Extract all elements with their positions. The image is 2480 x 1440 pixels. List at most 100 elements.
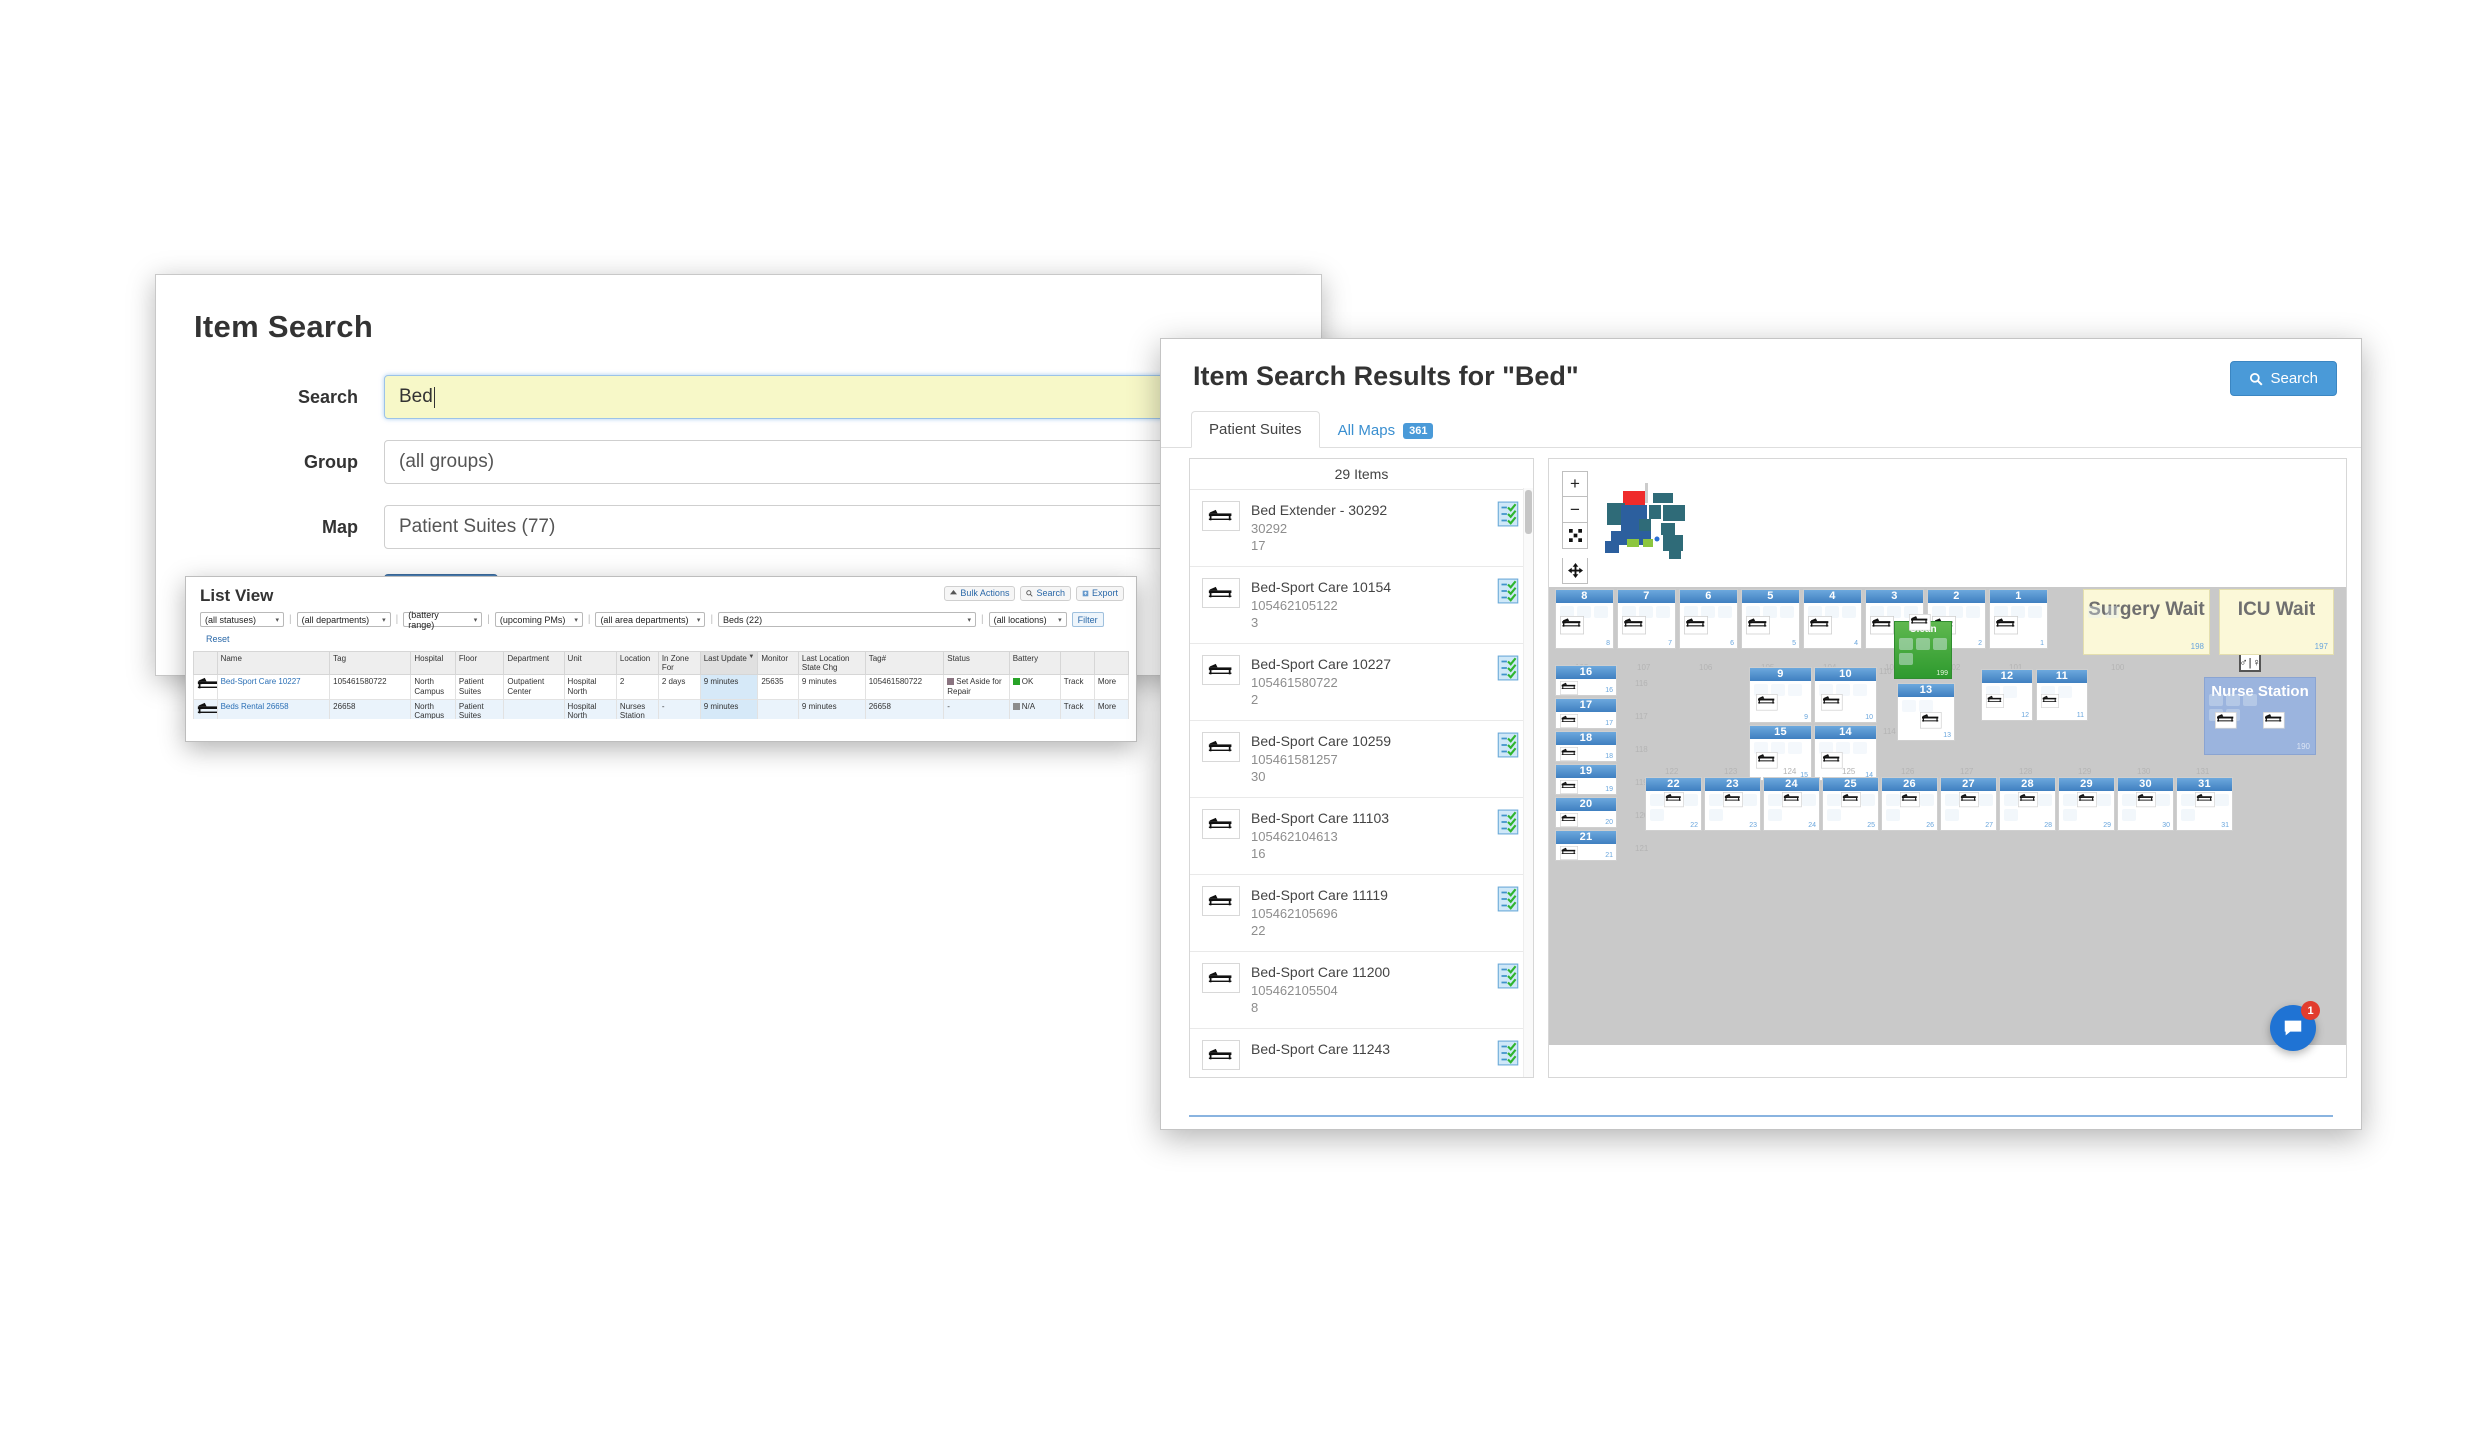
map-room-11[interactable]: 11 11 bbox=[2036, 669, 2088, 721]
map-area-icu-wait[interactable]: ICU Wait 197 bbox=[2219, 589, 2334, 655]
map-room-16[interactable]: 16 16 bbox=[1555, 665, 1617, 696]
column-header-tag[interactable]: Tag bbox=[329, 651, 412, 676]
map-room-1[interactable]: 11 bbox=[1989, 589, 2048, 649]
chat-widget-button[interactable]: 1 bbox=[2270, 1001, 2320, 1051]
map-room-17[interactable]: 17 17 bbox=[1555, 698, 1617, 729]
map-room-28[interactable]: 28 28 bbox=[1999, 777, 2056, 831]
map-room-27[interactable]: 27 27 bbox=[1940, 777, 1997, 831]
filter-apply-button[interactable]: Filter bbox=[1071, 612, 1104, 627]
results-search-button[interactable]: Search bbox=[2230, 361, 2337, 396]
map-room-30[interactable]: 30 30 bbox=[2117, 777, 2174, 831]
column-header-unit[interactable]: Unit bbox=[563, 651, 617, 676]
track-link[interactable]: Track bbox=[1059, 674, 1095, 700]
map-room-26[interactable]: 26 26 bbox=[1881, 777, 1938, 831]
tab-patient-suites[interactable]: Patient Suites bbox=[1191, 411, 1320, 448]
result-checklist-button[interactable] bbox=[1497, 578, 1521, 606]
map-room-clean[interactable]: Clean199 bbox=[1894, 614, 1952, 679]
map-zoom-in-button[interactable]: + bbox=[1562, 471, 1588, 497]
column-header-tag-[interactable]: Tag# bbox=[864, 651, 945, 676]
results-list[interactable]: Bed Extender - 30292 30292 17 Bed-Sport Car… bbox=[1190, 490, 1533, 1075]
result-list-item[interactable]: Bed Extender - 30292 30292 17 bbox=[1190, 490, 1533, 567]
map-room-5[interactable]: 55 bbox=[1741, 589, 1800, 649]
column-header-location[interactable]: Location bbox=[615, 651, 659, 676]
result-list-item[interactable]: Bed-Sport Care 11103 105462104613 16 bbox=[1190, 798, 1533, 875]
table-row[interactable]: Beds Rental 26658 26658 North Campus Patien… bbox=[193, 698, 1130, 719]
column-header-floor[interactable]: Floor bbox=[454, 651, 505, 676]
map-room-19[interactable]: 19 19 bbox=[1555, 764, 1617, 795]
search-input[interactable]: Bed bbox=[384, 375, 1234, 419]
scrollbar-thumb[interactable] bbox=[1525, 490, 1532, 534]
table-row[interactable]: Bed-Sport Care 10227 105461580722 North Ca… bbox=[193, 674, 1130, 700]
map-room-29[interactable]: 29 29 bbox=[2058, 777, 2115, 831]
result-list-item[interactable]: Bed-Sport Care 11243 bbox=[1190, 1029, 1533, 1075]
result-list-item[interactable]: Bed-Sport Care 10227 105461580722 2 bbox=[1190, 644, 1533, 721]
column-header-hospital[interactable]: Hospital bbox=[410, 651, 456, 676]
cell-name[interactable]: Beds Rental 26658 bbox=[216, 698, 331, 719]
group-select[interactable]: (all groups) bbox=[384, 440, 1234, 484]
list-search-button[interactable]: Search bbox=[1020, 586, 1071, 601]
map-room-21[interactable]: 21 21 bbox=[1555, 830, 1617, 861]
map-room-20[interactable]: 20 20 bbox=[1555, 797, 1617, 828]
map-room-9[interactable]: 99 bbox=[1749, 667, 1812, 723]
tab-all-maps[interactable]: All Maps 361 bbox=[1320, 412, 1452, 448]
column-header-name[interactable]: Name bbox=[216, 651, 331, 676]
result-list-item[interactable]: Bed-Sport Care 10154 105462105122 3 bbox=[1190, 567, 1533, 644]
result-checklist-button[interactable] bbox=[1497, 501, 1521, 529]
export-button[interactable]: Export bbox=[1075, 586, 1124, 601]
map-room-22[interactable]: 22 22 bbox=[1645, 777, 1702, 831]
map-fit-button[interactable] bbox=[1562, 523, 1588, 549]
result-checklist-button[interactable] bbox=[1497, 963, 1521, 991]
result-checklist-button[interactable] bbox=[1497, 1040, 1521, 1068]
results-list-scrollbar[interactable] bbox=[1523, 488, 1533, 1077]
filter-upcoming-pms[interactable]: (upcoming PMs) ▾ bbox=[494, 612, 583, 627]
column-header-battery[interactable]: Battery bbox=[1008, 651, 1061, 676]
result-list-item[interactable]: Bed-Sport Care 10259 105461581257 30 bbox=[1190, 721, 1533, 798]
filter-location[interactable]: (all locations) ▾ bbox=[988, 612, 1067, 627]
map-zoom-out-button[interactable]: − bbox=[1562, 497, 1588, 523]
map-room-15[interactable]: 15 15 bbox=[1749, 725, 1812, 781]
filter-area-department[interactable]: (all area departments) ▾ bbox=[595, 612, 706, 627]
result-list-item[interactable]: Bed-Sport Care 11119 105462105696 22 bbox=[1190, 875, 1533, 952]
map-room-7[interactable]: 77 bbox=[1617, 589, 1676, 649]
result-list-item[interactable]: Bed-Sport Care 11200 105462105504 8 bbox=[1190, 952, 1533, 1029]
map-room-6[interactable]: 66 bbox=[1679, 589, 1738, 649]
map-pan-button[interactable] bbox=[1562, 558, 1588, 584]
result-checklist-button[interactable] bbox=[1497, 732, 1521, 760]
map-room-4[interactable]: 44 bbox=[1803, 589, 1862, 649]
floor-plan[interactable]: 8810877107661065510544104331032210211101… bbox=[1549, 587, 2346, 1045]
minimap-thumbnail[interactable] bbox=[1601, 473, 1701, 565]
map-room-13[interactable]: 13 13 bbox=[1897, 683, 1955, 741]
map-room-23[interactable]: 23 23 bbox=[1704, 777, 1761, 831]
track-link[interactable]: Track bbox=[1059, 698, 1095, 719]
map-room-18[interactable]: 18 18 bbox=[1555, 731, 1617, 762]
map-pane[interactable]: + − 8 8 7 7 107 6 6 106 5 5 4 4 3 103 2 … bbox=[1548, 458, 2347, 1078]
column-header-last-update[interactable]: Last Update ▼ bbox=[699, 651, 759, 676]
filter-department[interactable]: (all departments) ▾ bbox=[296, 612, 391, 627]
more-link[interactable]: More bbox=[1093, 698, 1130, 719]
map-room-10[interactable]: 10 10 bbox=[1814, 667, 1877, 723]
map-room-8[interactable]: 88 bbox=[1555, 589, 1614, 649]
map-room-31[interactable]: 31 31 bbox=[2176, 777, 2233, 831]
column-header-in-zone-for[interactable]: In Zone For bbox=[657, 651, 701, 676]
map-select[interactable]: Patient Suites (77) bbox=[384, 505, 1234, 549]
result-checklist-button[interactable] bbox=[1497, 886, 1521, 914]
filter-asset-type[interactable]: Beds (22) ▾ bbox=[718, 612, 977, 627]
column-header-department[interactable]: Department bbox=[503, 651, 565, 676]
bulk-actions-button[interactable]: Bulk Actions bbox=[944, 586, 1016, 601]
result-checklist-button[interactable] bbox=[1497, 809, 1521, 837]
map-room-24[interactable]: 24 24 bbox=[1763, 777, 1820, 831]
filter-status[interactable]: (all statuses) ▾ bbox=[200, 612, 284, 627]
more-link[interactable]: More bbox=[1093, 674, 1130, 700]
column-header-monitor[interactable]: Monitor bbox=[757, 651, 799, 676]
cell-name[interactable]: Bed-Sport Care 10227 bbox=[216, 674, 331, 700]
filter-battery-range[interactable]: (battery range) ▾ bbox=[403, 610, 483, 630]
list-view-table-scroll[interactable]: Name Tag Hospital Floor Department Unit Locati… bbox=[186, 651, 1136, 719]
map-area-surgery-wait[interactable]: Surgery Wait 198 bbox=[2083, 589, 2210, 655]
result-checklist-button[interactable] bbox=[1497, 655, 1521, 683]
map-room-25[interactable]: 25 25 bbox=[1822, 777, 1879, 831]
map-room-12[interactable]: 12 12 bbox=[1981, 669, 2033, 721]
column-header-status[interactable]: Status bbox=[943, 651, 1010, 676]
column-header-last-location-state-chg[interactable]: Last Location State Chg bbox=[797, 651, 866, 676]
map-area-nurse-station[interactable]: Nurse Station 190 bbox=[2204, 677, 2316, 755]
filter-reset-button[interactable]: Reset bbox=[200, 631, 236, 646]
